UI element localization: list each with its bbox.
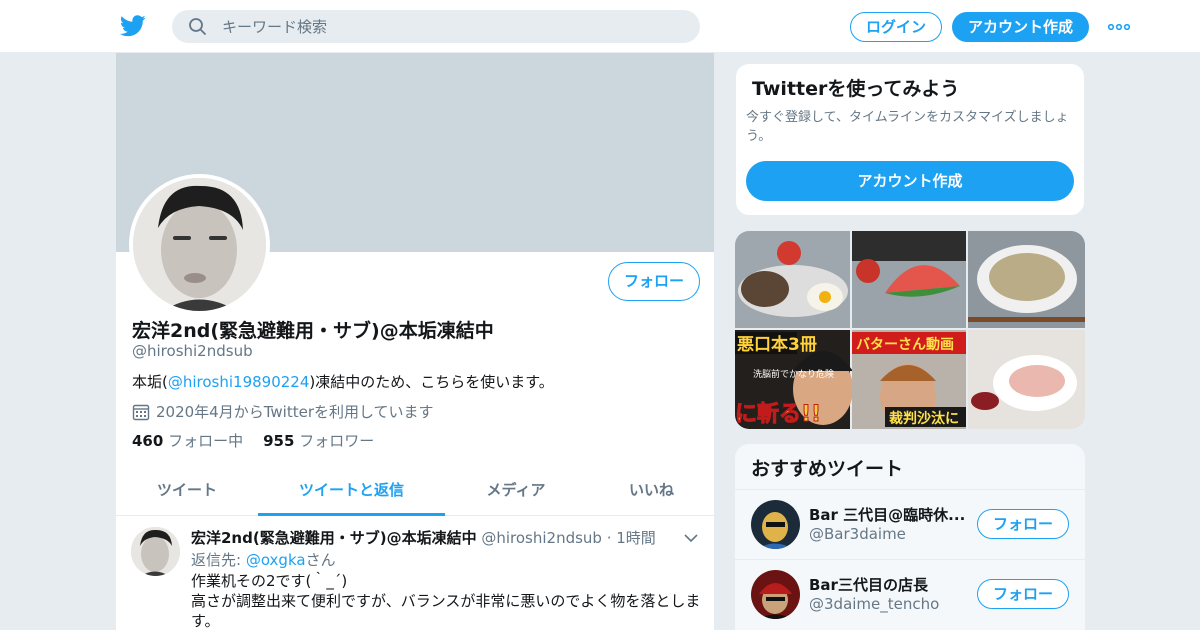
signup-card: Twitterを使ってみよう 今すぐ登録して、タイムラインをカスタマイズしましょ… — [735, 63, 1085, 216]
tab-media[interactable]: メディア — [445, 468, 587, 516]
user-avatar-graphic — [751, 500, 800, 549]
tweet-text-line-1: 作業机その2です(｀_´) — [191, 572, 348, 590]
recommended-title: おすすめツイート — [751, 458, 904, 480]
profile-name: 宏洋2nd(緊急避難用・サブ)@本垢凍結中 — [132, 320, 494, 342]
tweet-header: 宏洋2nd(緊急避難用・サブ)@本垢凍結中 @hiroshi2ndsub · 1… — [191, 527, 656, 548]
profile-handle: @hiroshi2ndsub — [132, 342, 253, 360]
follow-button[interactable]: フォロー — [608, 262, 700, 301]
search-input[interactable] — [222, 10, 682, 43]
tweet-author-name[interactable]: 宏洋2nd(緊急避難用・サブ)@本垢凍結中 — [191, 529, 477, 547]
media-thumb-4-subtitle: 洗脳前でかなり危険 — [753, 368, 834, 380]
profile-column: フォロー 宏洋2nd(緊急避難用・サブ)@本垢凍結中 @hiroshi2ndsu… — [115, 53, 715, 630]
tweet-text: 作業机その2です(｀_´) 高さが調整出来て便利ですが、バランスが非常に悪いので… — [191, 571, 701, 630]
profile-stats: 460 フォロー中 955 フォロワー — [132, 430, 374, 451]
recommended-user-avatar[interactable] — [751, 570, 800, 619]
tweet-text-line-2: 高さが調整出来て便利ですが、バランスが非常に悪いのでよく物を落とします。 — [191, 592, 701, 630]
more-options-icon[interactable] — [1107, 23, 1131, 31]
media-thumb-5-title: バターさん動画 — [856, 336, 954, 353]
recommended-user-avatar[interactable] — [751, 500, 800, 549]
reply-suffix: さん — [305, 551, 336, 569]
following-stat[interactable]: 460 フォロー中 — [132, 430, 243, 451]
media-thumb-4-title: 悪口本3冊 — [737, 334, 817, 355]
signup-button[interactable]: アカウント作成 — [952, 12, 1089, 42]
following-count: 460 — [132, 432, 164, 450]
profile-joined: 2020年4月からTwitterを利用しています — [132, 401, 434, 422]
avatar-photo — [133, 178, 266, 311]
followers-stat[interactable]: 955 フォロワー — [263, 430, 374, 451]
tweet-item[interactable]: 宏洋2nd(緊急避難用・サブ)@本垢凍結中 @hiroshi2ndsub · 1… — [116, 517, 714, 630]
recommended-follow-button[interactable]: フォロー — [977, 509, 1069, 539]
media-thumb-2[interactable] — [852, 231, 966, 328]
reply-mention-link[interactable]: @oxgka — [246, 551, 306, 569]
following-label: フォロー中 — [168, 432, 244, 450]
tweet-avatar[interactable] — [131, 527, 180, 576]
top-navigation-bar: ログイン アカウント作成 — [0, 0, 1200, 53]
search-box — [172, 10, 700, 43]
recommended-user-name[interactable]: Bar三代目の店長 — [809, 574, 969, 595]
media-thumb-4-caption: に斬る!! — [735, 401, 821, 427]
signup-card-body: 今すぐ登録して、タイムラインをカスタマイズしましょう。 — [746, 110, 1069, 144]
twitter-bird-icon[interactable] — [120, 14, 146, 38]
media-grid: 悪口本3冊 洗脳前でかなり危険 に斬る!! バターさん動画 裁判沙汰に — [735, 231, 1085, 429]
media-thumb-5[interactable]: バターさん動画 裁判沙汰に — [852, 330, 966, 429]
recommended-user-name[interactable]: Bar 三代目@臨時休... — [809, 504, 969, 525]
tab-tweets[interactable]: ツイート — [116, 468, 258, 516]
recommended-follow-button[interactable]: フォロー — [977, 579, 1069, 609]
login-button[interactable]: ログイン — [850, 12, 942, 42]
recommended-tweets-card: おすすめツイート Bar 三代目@臨時休... @Bar3daime フォロー … — [735, 444, 1085, 630]
tab-likes[interactable]: いいね — [587, 468, 714, 516]
bio-prefix: 本垢( — [132, 373, 168, 391]
followers-label: フォロワー — [299, 432, 375, 450]
tweet-author-handle[interactable]: @hiroshi2ndsub — [481, 529, 602, 547]
recommended-user-handle[interactable]: @3daime_tencho — [809, 595, 939, 613]
tab-tweets-and-replies[interactable]: ツイートと返信 — [258, 468, 445, 516]
recommended-user-handle[interactable]: @Bar3daime — [809, 525, 906, 543]
joined-text: 2020年4月からTwitterを利用しています — [156, 403, 434, 421]
user-avatar-graphic — [751, 570, 800, 619]
tweet-time[interactable]: 1時間 — [616, 529, 656, 547]
signup-card-button[interactable]: アカウント作成 — [746, 161, 1074, 201]
signup-card-title: Twitterを使ってみよう — [752, 78, 960, 100]
media-thumb-5-caption: 裁判沙汰に — [889, 410, 959, 427]
media-thumbnails: 悪口本3冊 洗脳前でかなり危険 に斬る!! バターさん動画 裁判沙汰に — [735, 231, 1085, 429]
tweet-separator: · — [601, 529, 617, 547]
recommended-user-row[interactable]: Bar三代目の店長 @3daime_tencho フォロー — [735, 559, 1085, 629]
chevron-down-icon[interactable] — [684, 533, 698, 543]
bio-suffix: )凍結中のため、こちらを使います。 — [309, 373, 554, 391]
search-icon — [189, 18, 206, 35]
media-thumb-3[interactable] — [968, 231, 1085, 328]
recommended-user-row[interactable]: Bar 三代目@臨時休... @Bar3daime フォロー — [735, 489, 1085, 559]
followers-count: 955 — [263, 432, 295, 450]
reply-prefix: 返信先: — [191, 551, 246, 569]
tweet-reply-context: 返信先: @oxgkaさん — [191, 549, 336, 570]
profile-avatar[interactable] — [129, 174, 270, 315]
profile-bio: 本垢(@hiroshi19890224)凍結中のため、こちらを使います。 — [132, 371, 554, 392]
bio-mention-link[interactable]: @hiroshi19890224 — [168, 373, 310, 391]
tweet-avatar-photo — [131, 527, 180, 576]
media-thumb-1[interactable] — [735, 231, 850, 328]
media-thumb-4[interactable]: 悪口本3冊 洗脳前でかなり危険 に斬る!! — [735, 330, 853, 429]
profile-tabs: ツイート ツイートと返信 メディア いいね — [116, 468, 714, 516]
calendar-icon — [132, 404, 150, 420]
media-thumb-6[interactable] — [968, 330, 1085, 429]
